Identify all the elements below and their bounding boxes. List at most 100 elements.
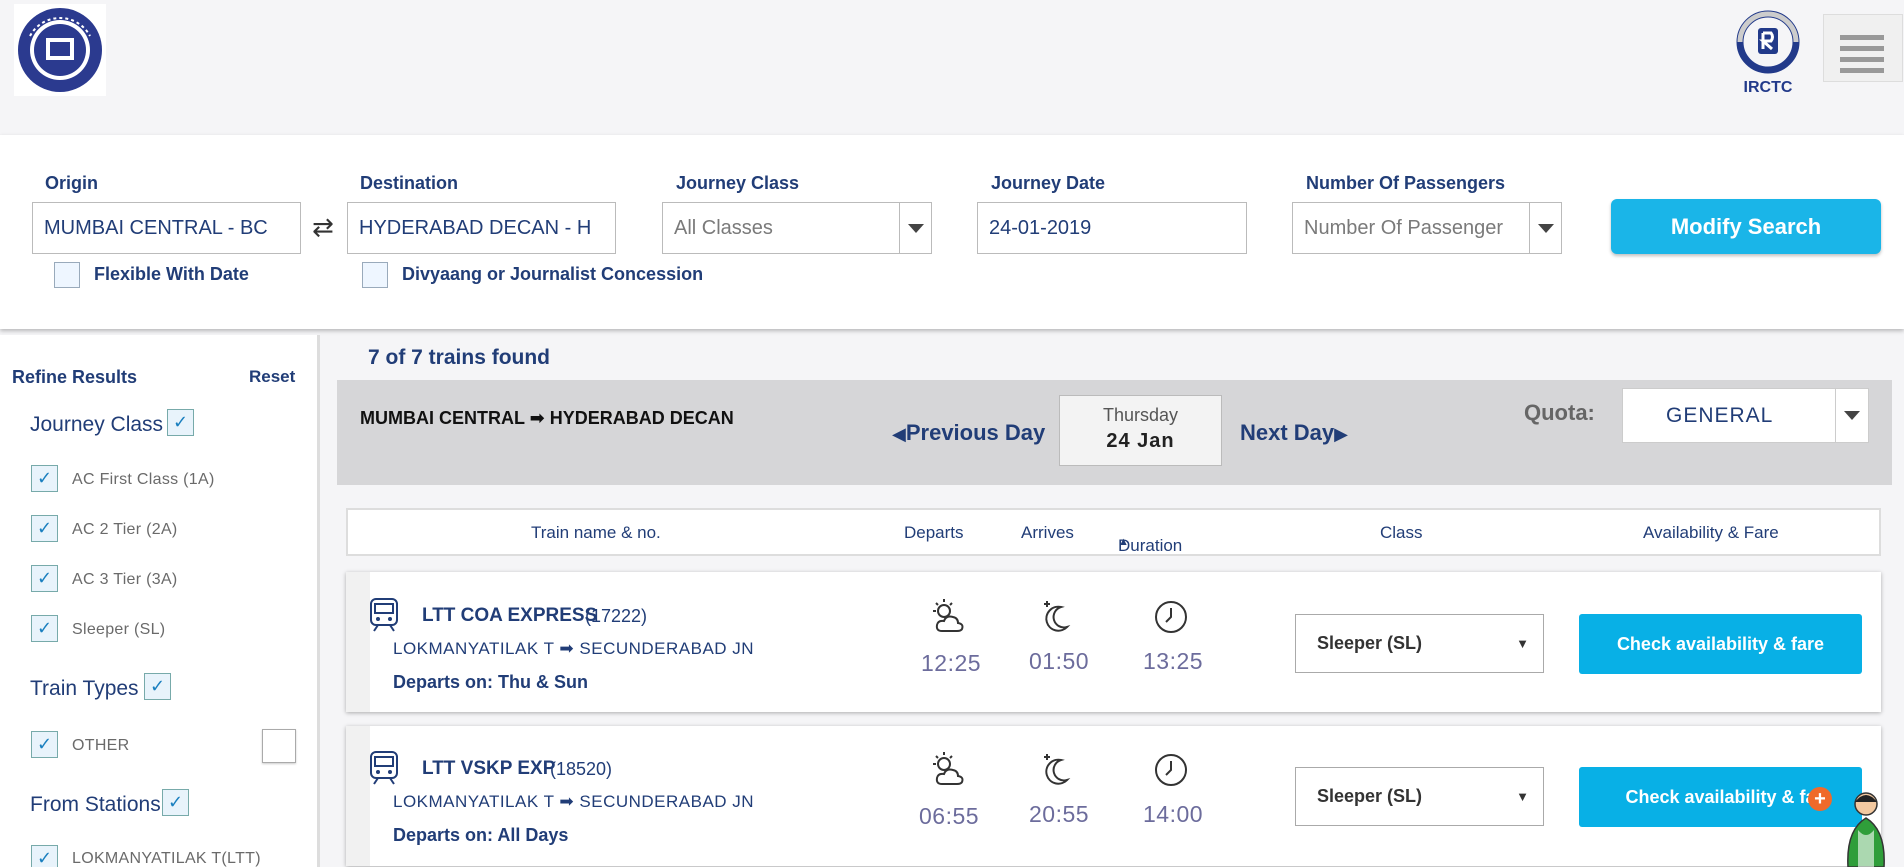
caret-left-icon: ◀ [892,424,906,444]
class-select[interactable]: Sleeper (SL) ▼ [1295,767,1544,826]
irctc-logo[interactable]: IRCTC [1728,4,1808,96]
previous-day-button[interactable]: ◀Previous Day [892,420,1045,446]
concession-label: Divyaang or Journalist Concession [402,264,704,284]
from-stations-all-checkbox[interactable]: ✓ [162,789,189,816]
passengers-placeholder: Number Of Passenger [1304,216,1503,239]
arrow-right-icon: ➡ [529,408,550,428]
departs-on: Departs on: Thu & Sun [393,672,588,692]
hamburger-menu-button[interactable] [1823,14,1903,82]
menu-line-icon [1840,35,1884,40]
next-day-button[interactable]: Next Day▶ [1240,420,1348,446]
class-1a-label: AC First Class (1A) [72,471,215,488]
menu-line-icon [1840,57,1884,62]
arrives-time: 01:50 [1029,648,1090,674]
train-icon [370,751,398,785]
results-count: 7 of 7 trains found [368,346,551,369]
train-type-other-label: OTHER [72,737,130,754]
clock-icon [1155,601,1187,633]
virtual-assistant-icon[interactable] [1834,790,1898,867]
results-column-header: Train name & no. Departs Arrives Duratio… [346,508,1881,556]
current-date-box: Thursday 24 Jan [1059,395,1222,466]
dropdown-arrow-icon: ▼ [1516,789,1529,804]
search-panel: Origin MUMBAI CENTRAL - BC ⇄ Destination… [0,135,1904,329]
journey-date-label: Journey Date [991,173,1106,193]
class-3a-checkbox[interactable]: ✓ [31,565,58,592]
reset-link[interactable]: Reset [249,367,295,387]
flexible-date-label: Flexible With Date [94,264,249,284]
departs-on: Departs on: All Days [393,825,569,845]
indian-railways-logo[interactable] [14,4,106,96]
clock-icon [1155,754,1187,786]
journey-class-select[interactable]: All Classes [662,202,932,254]
train-number: (18520) [550,759,613,779]
quota-select[interactable]: GENERAL [1622,388,1869,443]
from-station-ltt-checkbox[interactable]: ✓ [31,845,58,867]
check-availability-button[interactable]: Check availability & fare [1579,614,1862,674]
menu-line-icon [1840,46,1884,51]
train-types-all-checkbox[interactable]: ✓ [144,673,171,700]
train-from: LOKMANYATILAK T [393,792,555,811]
train-icon [370,598,398,632]
duration-time: 14:00 [1143,801,1204,827]
class-sl-checkbox[interactable]: ✓ [31,615,58,642]
route-bar: MUMBAI CENTRAL ➡ HYDERABAD DECAN ◀Previo… [337,380,1892,485]
train-number: (17222) [585,606,648,626]
train-type-other-checkbox[interactable]: ✓ [31,731,58,758]
origin-input[interactable]: MUMBAI CENTRAL - BC [32,202,301,254]
arrives-time: 20:55 [1029,801,1090,827]
plus-icon[interactable]: + [1808,787,1832,811]
class-select-value: Sleeper (SL) [1317,633,1423,653]
moon-icon [1044,754,1071,785]
col-train-name[interactable]: Train name & no. [531,523,661,543]
caret-right-icon: ▶ [1334,424,1348,444]
chevron-down-icon[interactable] [1835,389,1868,442]
journey-date-input[interactable]: 24-01-2019 [977,202,1247,254]
partly-cloudy-icon [933,752,964,785]
col-departs[interactable]: Departs [904,523,964,543]
train-name[interactable]: LTT VSKP EXP [422,758,555,780]
previous-day-label: Previous Day [905,420,1046,445]
from-stations-group-title: From Stations [30,793,161,816]
flexible-date-checkbox[interactable] [54,262,80,288]
menu-line-icon [1840,68,1884,73]
col-arrives[interactable]: Arrives [1021,523,1074,543]
train-route: LOKMANYATILAK T ➡ SECUNDERABAD JN [393,792,754,812]
chevron-down-icon[interactable] [1529,203,1561,253]
header: IRCTC [0,0,1904,135]
journey-class-all-checkbox[interactable]: ✓ [167,409,194,436]
passengers-select[interactable]: Number Of Passenger [1292,202,1562,254]
duration-time: 13:25 [1143,648,1204,674]
train-name[interactable]: LTT COA EXPRESS [422,605,597,627]
refine-sidebar: Refine Results Reset Journey Class ✓ ✓ A… [0,335,320,867]
arrow-right-icon: ➡ [559,639,580,658]
destination-input[interactable]: HYDERABAD DECAN - H [347,202,616,254]
quota-label: Quota: [1524,400,1595,425]
swap-stations-icon[interactable]: ⇄ [312,212,334,243]
quota-value: GENERAL [1666,404,1774,427]
class-3a-label: AC 3 Tier (3A) [72,571,178,588]
chevron-down-icon[interactable] [899,203,931,253]
destination-label: Destination [360,173,459,193]
class-select-value: Sleeper (SL) [1317,786,1423,806]
passengers-label: Number Of Passengers [1306,173,1506,193]
concession-checkbox[interactable] [362,262,388,288]
train-from: LOKMANYATILAK T [393,639,555,658]
class-2a-label: AC 2 Tier (2A) [72,521,178,538]
class-sl-label: Sleeper (SL) [72,621,166,638]
col-availability: Availability & Fare [1643,523,1779,542]
partly-cloudy-icon [933,599,964,632]
class-select[interactable]: Sleeper (SL) ▼ [1295,614,1544,673]
departs-time: 12:25 [921,650,982,676]
sort-up-icon: ▲ [1118,536,1129,548]
train-to: SECUNDERABAD JN [579,639,755,658]
modify-search-button[interactable]: Modify Search [1611,199,1881,254]
journey-class-value: All Classes [674,216,773,239]
class-1a-checkbox[interactable]: ✓ [31,465,58,492]
journey-class-group-title: Journey Class [30,413,164,436]
class-2a-checkbox[interactable]: ✓ [31,515,58,542]
departs-time: 06:55 [919,803,980,829]
journey-class-label: Journey Class [676,173,800,193]
train-route: LOKMANYATILAK T ➡ SECUNDERABAD JN [393,639,754,659]
train-type-unchecked-checkbox[interactable] [262,729,296,763]
day-name: Thursday [1102,405,1179,425]
